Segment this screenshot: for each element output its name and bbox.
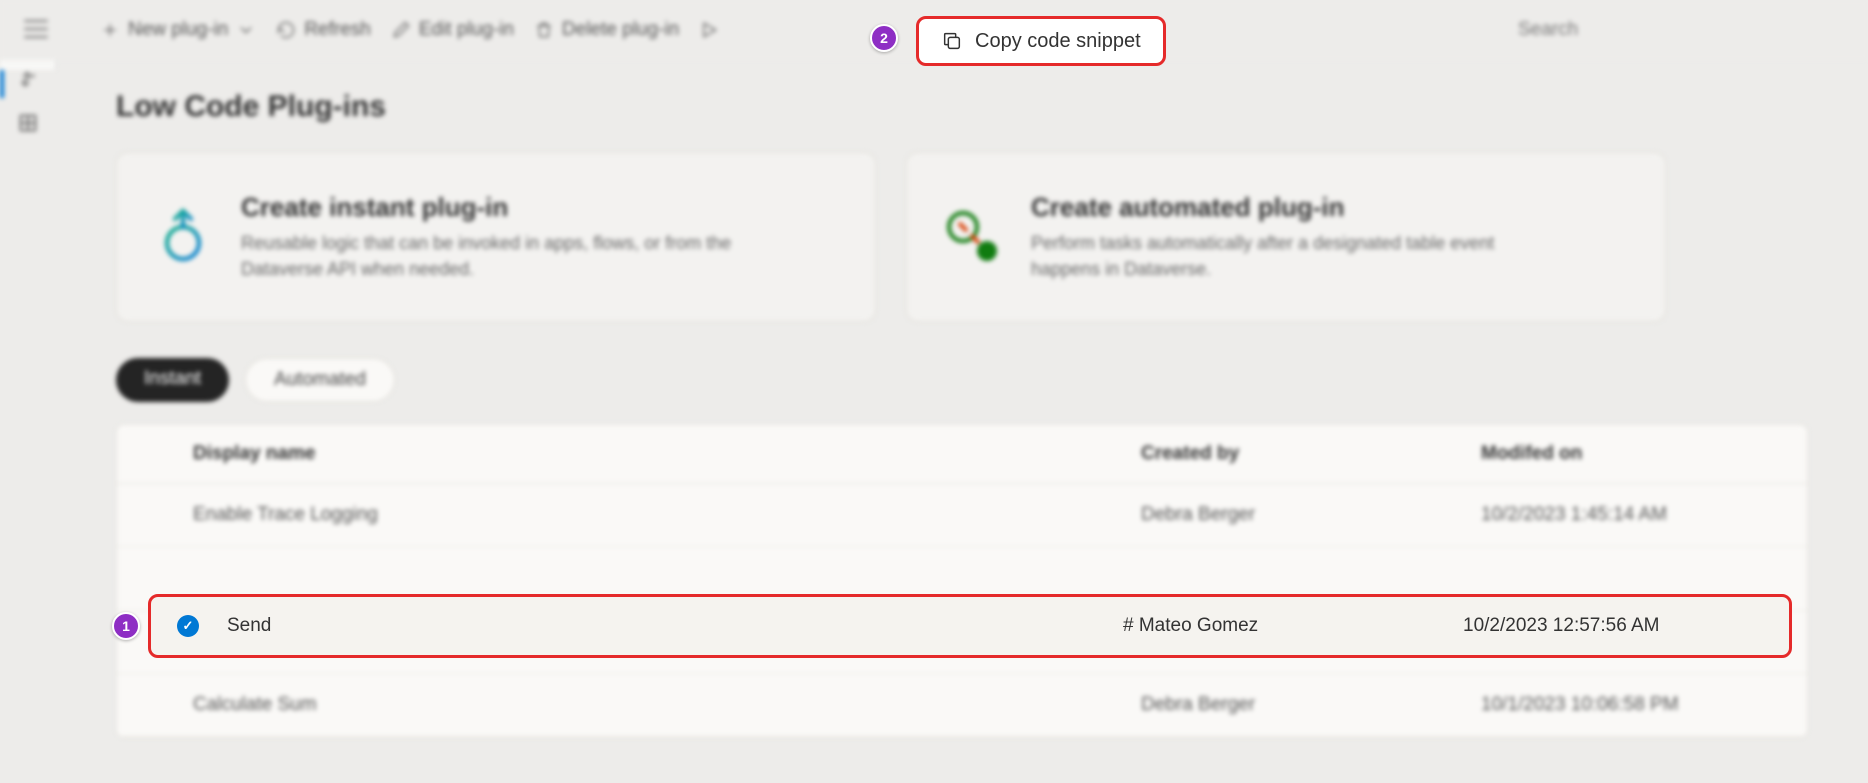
edit-plugin-label: Edit plug-in bbox=[419, 19, 514, 41]
copy-icon bbox=[941, 30, 963, 52]
search-placeholder: Search bbox=[1518, 19, 1578, 41]
tab-instant[interactable]: Instant bbox=[116, 358, 229, 402]
row-modified-on: 10/2/2023 12:57:56 AM bbox=[1463, 615, 1763, 637]
instant-card-title: Create instant plug-in bbox=[241, 192, 761, 223]
tab-automated[interactable]: Automated bbox=[245, 358, 395, 402]
left-rail bbox=[0, 60, 56, 70]
chevron-down-icon bbox=[236, 20, 256, 40]
delete-plugin-label: Delete plug-in bbox=[562, 19, 679, 41]
row-name: Send bbox=[227, 615, 1123, 637]
search-input[interactable]: Search bbox=[1498, 10, 1818, 50]
automated-card-title: Create automated plug-in bbox=[1031, 192, 1551, 223]
header-created-by[interactable]: Created by bbox=[1141, 443, 1481, 465]
rail-tables[interactable] bbox=[14, 112, 42, 134]
new-plugin-button[interactable]: New plug-in bbox=[100, 19, 256, 41]
table-row[interactable]: Calculate Sum Debra Berger 10/1/2023 10:… bbox=[117, 674, 1807, 737]
row-created-by: # Mateo Gomez bbox=[1123, 615, 1463, 637]
hamburger-menu[interactable] bbox=[24, 20, 48, 38]
create-instant-card[interactable]: Create instant plug-in Reusable logic th… bbox=[116, 152, 876, 322]
refresh-button[interactable]: Refresh bbox=[276, 19, 371, 41]
callout-badge-2: 2 bbox=[870, 24, 898, 52]
instant-icon bbox=[151, 205, 215, 269]
rail-plugins[interactable] bbox=[14, 70, 42, 92]
row-created-by: Debra Berger bbox=[1141, 504, 1481, 526]
row-modified-on: 10/2/2023 1:45:14 AM bbox=[1481, 504, 1781, 526]
copy-code-snippet-button[interactable]: Copy code snippet bbox=[916, 16, 1166, 66]
row-name: Enable Trace Logging bbox=[193, 504, 1141, 526]
header-modified-on[interactable]: Modifed on bbox=[1481, 443, 1781, 465]
automated-card-desc: Perform tasks automatically after a desi… bbox=[1031, 231, 1551, 281]
row-created-by: Debra Berger bbox=[1141, 694, 1481, 716]
callout-badge-1: 1 bbox=[112, 612, 140, 640]
row-checkbox[interactable] bbox=[177, 615, 227, 637]
row-name: Calculate Sum bbox=[193, 694, 1141, 716]
instant-card-desc: Reusable logic that can be invoked in ap… bbox=[241, 231, 761, 281]
selected-row-send[interactable]: Send # Mateo Gomez 10/2/2023 12:57:56 AM bbox=[148, 594, 1792, 658]
edit-plugin-button[interactable]: Edit plug-in bbox=[391, 19, 514, 41]
page-title: Low Code Plug-ins bbox=[116, 90, 1808, 124]
play-button[interactable] bbox=[699, 20, 719, 40]
row-modified-on: 10/1/2023 10:06:58 PM bbox=[1481, 694, 1781, 716]
new-plugin-label: New plug-in bbox=[128, 19, 228, 41]
plugins-table: Display name Created by Modifed on Enabl… bbox=[116, 424, 1808, 738]
create-automated-card[interactable]: Create automated plug-in Perform tasks a… bbox=[906, 152, 1666, 322]
copy-snippet-label: Copy code snippet bbox=[975, 30, 1141, 53]
automated-icon bbox=[941, 205, 1005, 269]
table-row[interactable]: Enable Trace Logging Debra Berger 10/2/2… bbox=[117, 484, 1807, 547]
delete-plugin-button[interactable]: Delete plug-in bbox=[534, 19, 679, 41]
refresh-label: Refresh bbox=[304, 19, 371, 41]
header-display-name[interactable]: Display name bbox=[193, 443, 1141, 465]
